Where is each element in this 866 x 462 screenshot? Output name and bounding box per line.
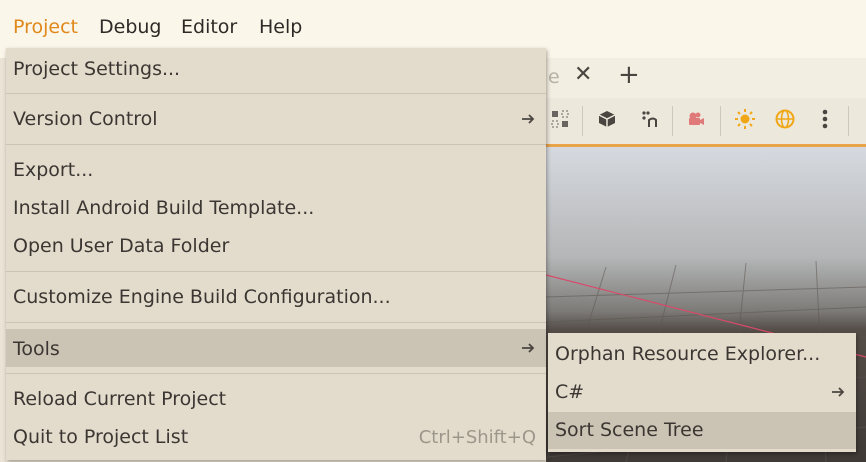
- tools-item[interactable]: Tools: [6, 329, 546, 367]
- shortcut-label: Ctrl+Shift+Q: [418, 427, 536, 448]
- submenu-arrow-icon: [522, 343, 535, 353]
- menu-separator: [6, 144, 546, 145]
- project-menu: Project Settings... Version Control Expo…: [6, 48, 546, 460]
- toolbar-separator: [582, 106, 583, 136]
- menu-item-label: Export...: [13, 159, 94, 181]
- menu-item-label: Version Control: [13, 108, 158, 130]
- open-user-data-folder-item[interactable]: Open User Data Folder: [6, 228, 546, 264]
- menu-item-label: Reload Current Project: [13, 388, 227, 410]
- install-android-template-item[interactable]: Install Android Build Template...: [6, 190, 546, 226]
- quit-to-project-list-item[interactable]: Quit to Project List Ctrl+Shift+Q: [6, 419, 546, 455]
- menu-item-label: Install Android Build Template...: [13, 197, 315, 219]
- reload-current-project-item[interactable]: Reload Current Project: [6, 381, 546, 417]
- menu-item-label: Sort Scene Tree: [555, 419, 704, 441]
- environment-globe-icon[interactable]: [772, 106, 798, 132]
- scene-tab-bar: [546, 58, 866, 98]
- orphan-resource-explorer-item[interactable]: Orphan Resource Explorer...: [548, 336, 856, 372]
- export-item[interactable]: Export...: [6, 152, 546, 188]
- viewport-toolbar: [546, 98, 866, 147]
- submenu-arrow-icon: [832, 387, 845, 397]
- tab-close-icon[interactable]: ✕: [574, 62, 592, 87]
- menu-help[interactable]: Help: [259, 16, 302, 38]
- sun-light-icon[interactable]: [732, 106, 758, 132]
- submenu-arrow-icon: [522, 114, 535, 124]
- menu-item-label: Tools: [13, 338, 60, 360]
- project-settings-item[interactable]: Project Settings...: [6, 51, 546, 87]
- menu-project[interactable]: Project: [13, 16, 78, 38]
- camera-preview-icon[interactable]: [683, 106, 709, 132]
- toolbar-separator: [672, 106, 673, 136]
- snap-dots-icon[interactable]: [636, 106, 662, 132]
- menu-item-label: Orphan Resource Explorer...: [555, 343, 821, 365]
- tools-submenu: Orphan Resource Explorer... C# Sort Scen…: [548, 333, 856, 452]
- toolbar-separator: [720, 106, 721, 136]
- version-control-item[interactable]: Version Control: [6, 101, 546, 137]
- menu-separator: [6, 322, 546, 323]
- more-options-icon[interactable]: [812, 106, 838, 132]
- menu-separator: [6, 93, 546, 94]
- menu-separator: [6, 373, 546, 374]
- menu-item-label: Quit to Project List: [13, 426, 189, 448]
- menu-item-label: Customize Engine Build Configuration...: [13, 286, 391, 308]
- menu-item-label: Open User Data Folder: [13, 235, 230, 257]
- toolbar-separator: [848, 106, 849, 136]
- menu-separator: [6, 271, 546, 272]
- menu-editor[interactable]: Editor: [181, 16, 237, 38]
- add-tab-icon[interactable]: +: [618, 60, 640, 90]
- sort-scene-tree-item[interactable]: Sort Scene Tree: [548, 412, 856, 449]
- customize-engine-build-item[interactable]: Customize Engine Build Configuration...: [6, 279, 546, 315]
- menu-item-label: Project Settings...: [13, 58, 181, 80]
- menu-debug[interactable]: Debug: [99, 16, 161, 38]
- mesh-cube-icon[interactable]: [594, 106, 620, 132]
- scene-tab-label[interactable]: e: [548, 66, 560, 88]
- csharp-item[interactable]: C#: [548, 374, 856, 410]
- menu-item-label: C#: [555, 381, 585, 403]
- grid-snap-icon[interactable]: [547, 106, 573, 132]
